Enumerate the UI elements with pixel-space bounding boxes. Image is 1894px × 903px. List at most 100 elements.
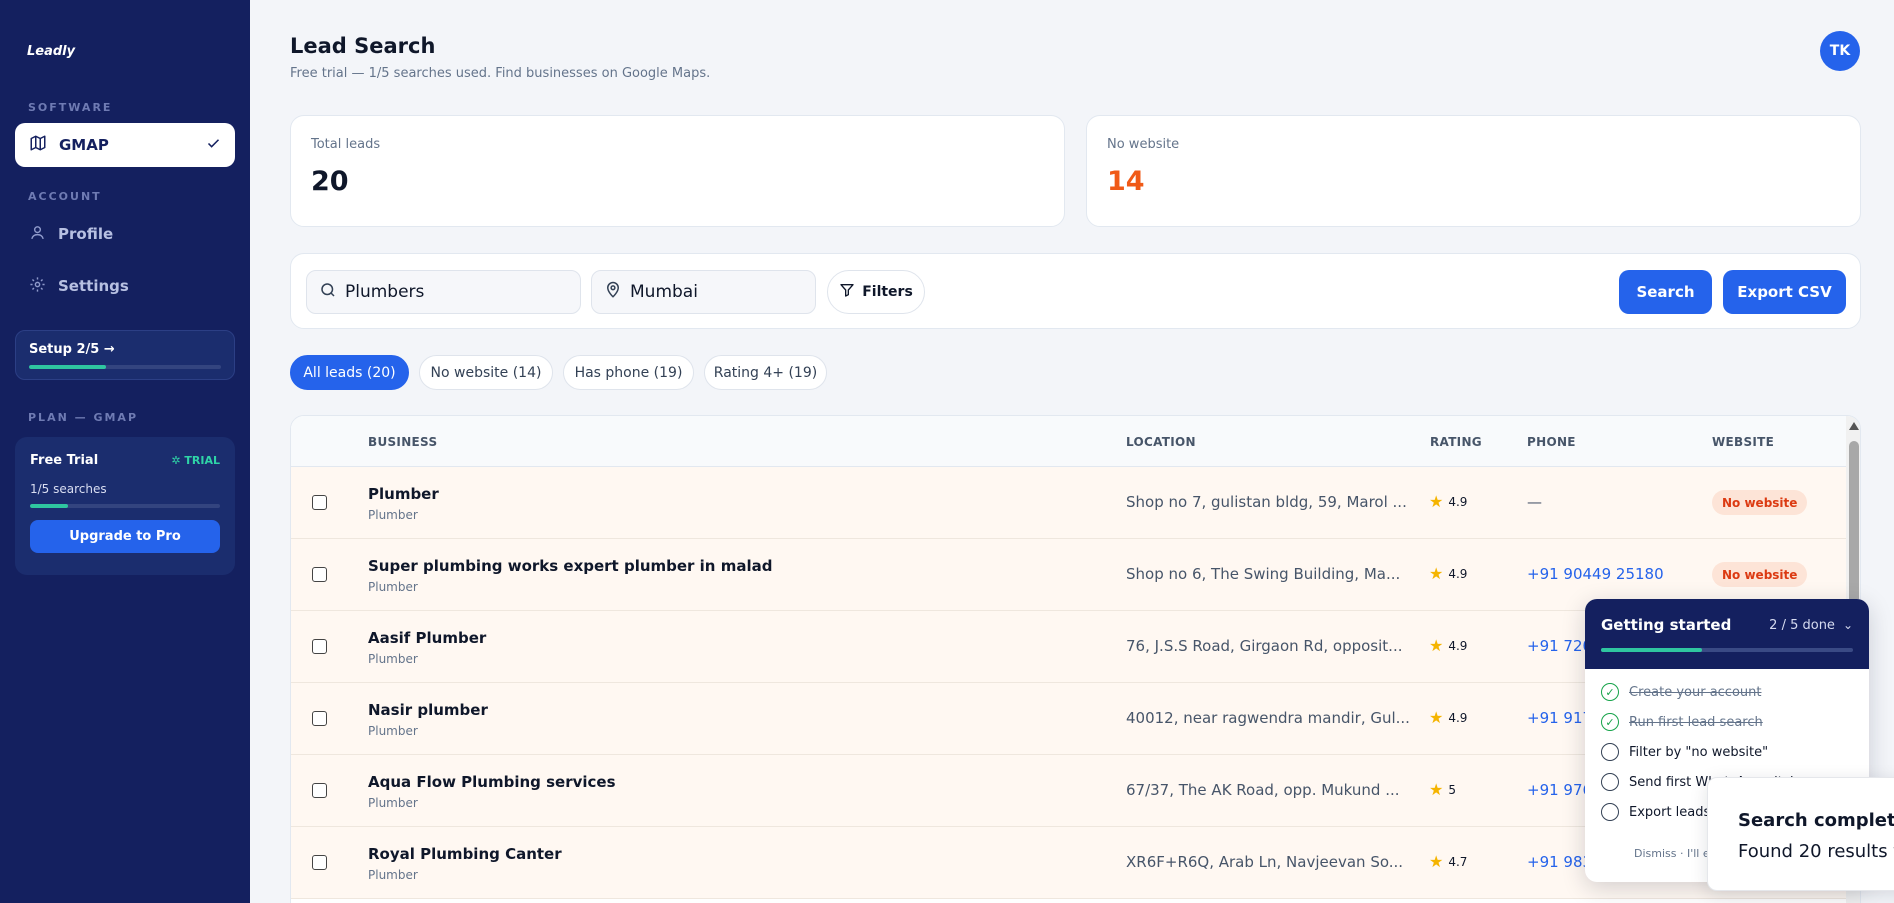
star-icon: ★ [1429, 852, 1444, 871]
row-checkbox[interactable] [312, 495, 327, 510]
empty-circle-icon [1601, 773, 1619, 791]
column-header-website[interactable]: WEBSITE [1712, 435, 1774, 449]
column-header-location[interactable]: LOCATION [1126, 435, 1196, 449]
column-header-phone[interactable]: PHONE [1527, 435, 1576, 449]
business-name: Aasif Plumber [368, 629, 487, 647]
business-location: Shop no 7, gulistan bldg, 59, Marol ... [1126, 493, 1407, 511]
gear-icon [29, 276, 46, 297]
no-website-badge: No website [1712, 562, 1808, 587]
sidebar-item-gmap[interactable]: GMAP [15, 123, 235, 167]
sidebar-item-profile[interactable]: Profile [15, 214, 235, 254]
business-category: Plumber [368, 724, 418, 738]
checklist-item-create-account[interactable]: ✓ Create your account [1601, 683, 1761, 701]
row-checkbox[interactable] [312, 783, 327, 798]
chip-no-website[interactable]: No website (14) [419, 355, 553, 390]
business-rating: ★ 4.7 [1429, 852, 1467, 871]
checklist-item-label: Create your account [1629, 684, 1762, 700]
business-name: Aqua Flow Plumbing services [368, 773, 616, 791]
app-logo[interactable]: Leadly [27, 44, 75, 59]
business-phone[interactable]: +91 90449 25180 [1527, 565, 1664, 583]
plan-usage-fill [30, 504, 68, 508]
column-header-rating[interactable]: RATING [1430, 435, 1482, 449]
checklist-item-label: Run first lead search [1629, 714, 1763, 730]
row-checkbox[interactable] [312, 855, 327, 870]
no-website-badge: No website [1712, 490, 1808, 515]
business-category: Plumber [368, 796, 418, 810]
chip-rating-4plus[interactable]: Rating 4+ (19) [704, 355, 827, 390]
plan-usage: 1/5 searches [30, 482, 107, 496]
sidebar-item-label: GMAP [59, 136, 109, 154]
stat-card-total-leads: Total leads 20 [290, 115, 1065, 227]
filters-button[interactable]: Filters [827, 270, 925, 314]
toast-message: Found 20 results for [1738, 841, 1894, 862]
business-rating: ★ 4.9 [1429, 636, 1467, 655]
business-category: Plumber [368, 580, 418, 594]
search-query: Plumbers [345, 282, 425, 302]
checklist-item-filter-no-website[interactable]: Filter by "no website" [1601, 743, 1768, 761]
checklist-item-label: Filter by "no website" [1629, 744, 1769, 760]
chevron-down-icon[interactable]: ⌄ [1843, 618, 1853, 632]
sparkle-icon: ✲ [171, 454, 185, 467]
business-category: Plumber [368, 652, 418, 666]
section-label-account: ACCOUNT [28, 190, 102, 203]
getting-started-title: Getting started [1601, 616, 1732, 634]
search-icon [319, 281, 337, 304]
scrollbar-thumb[interactable] [1849, 441, 1859, 611]
plan-card: Free Trial ✲ TRIAL 1/5 searches Upgrade … [15, 437, 235, 575]
rating-value: 4.9 [1448, 494, 1468, 509]
search-completed-toast[interactable]: Search completed Found 20 results for [1707, 777, 1894, 891]
row-checkbox[interactable] [312, 639, 327, 654]
avatar[interactable]: TK [1820, 31, 1860, 71]
business-phone: — [1527, 493, 1542, 511]
getting-started-header[interactable]: Getting started 2 / 5 done ⌄ [1585, 599, 1869, 669]
table-row[interactable]: Plumber Plumber Shop no 7, gulistan bldg… [291, 467, 1846, 539]
stat-card-no-website: No website 14 [1086, 115, 1861, 227]
business-phone[interactable]: +91 983 [1527, 853, 1592, 871]
export-csv-button[interactable]: Export CSV [1723, 270, 1846, 314]
search-input[interactable]: Plumbers [306, 270, 581, 314]
plan-usage-bar [30, 504, 220, 508]
setup-label: Setup 2/5 → [29, 342, 115, 357]
row-checkbox[interactable] [312, 711, 327, 726]
location-input[interactable]: Mumbai [591, 270, 816, 314]
checklist-item-first-search[interactable]: ✓ Run first lead search [1601, 713, 1763, 731]
star-icon: ★ [1429, 636, 1444, 655]
sidebar-item-settings[interactable]: Settings [15, 266, 235, 306]
plan-title: Free Trial [30, 453, 99, 468]
business-category: Plumber [368, 508, 418, 522]
business-phone[interactable]: +91 720 [1527, 637, 1592, 655]
rating-value: 4.9 [1448, 638, 1468, 653]
sidebar-item-label: Settings [58, 277, 129, 295]
scroll-up-arrow-icon[interactable] [1849, 422, 1859, 430]
check-icon [206, 136, 221, 155]
business-location: 67/37, The AK Road, opp. Mukund ... [1126, 781, 1400, 799]
setup-progress-fill [29, 365, 106, 369]
row-checkbox[interactable] [312, 567, 327, 582]
section-label-software: SOFTWARE [28, 101, 113, 114]
business-phone[interactable]: +91 976 [1527, 781, 1592, 799]
chip-all-leads[interactable]: All leads (20) [290, 355, 409, 390]
setup-progress-bar [29, 365, 221, 369]
stat-label: No website [1107, 137, 1180, 152]
setup-progress-card[interactable]: Setup 2/5 → [15, 330, 235, 380]
getting-started-count: 2 / 5 done [1769, 617, 1835, 633]
check-circle-icon: ✓ [1601, 713, 1619, 731]
search-button[interactable]: Search [1619, 270, 1712, 314]
chip-has-phone[interactable]: Has phone (19) [563, 355, 694, 390]
star-icon: ★ [1429, 780, 1444, 799]
stat-label: Total leads [311, 137, 381, 152]
business-name: Plumber [368, 485, 439, 503]
business-rating: ★ 5 [1429, 780, 1456, 799]
empty-circle-icon [1601, 803, 1619, 821]
star-icon: ★ [1429, 708, 1444, 727]
upgrade-button[interactable]: Upgrade to Pro [30, 520, 220, 553]
page-subtitle: Free trial — 1/5 searches used. Find bus… [290, 66, 711, 81]
filter-icon [839, 282, 855, 302]
stat-value: 14 [1107, 166, 1145, 197]
table-header: BUSINESS LOCATION RATING PHONE WEBSITE [291, 416, 1860, 467]
column-header-business[interactable]: BUSINESS [368, 435, 437, 449]
business-location: XR6F+R6Q, Arab Ln, Navjeevan So... [1126, 853, 1404, 871]
search-bar: Plumbers Mumbai Filters Search Export CS… [290, 253, 1861, 329]
business-location: 40012, near ragwendra mandir, Gul... [1126, 709, 1410, 727]
trial-badge-label: TRIAL [184, 454, 220, 467]
